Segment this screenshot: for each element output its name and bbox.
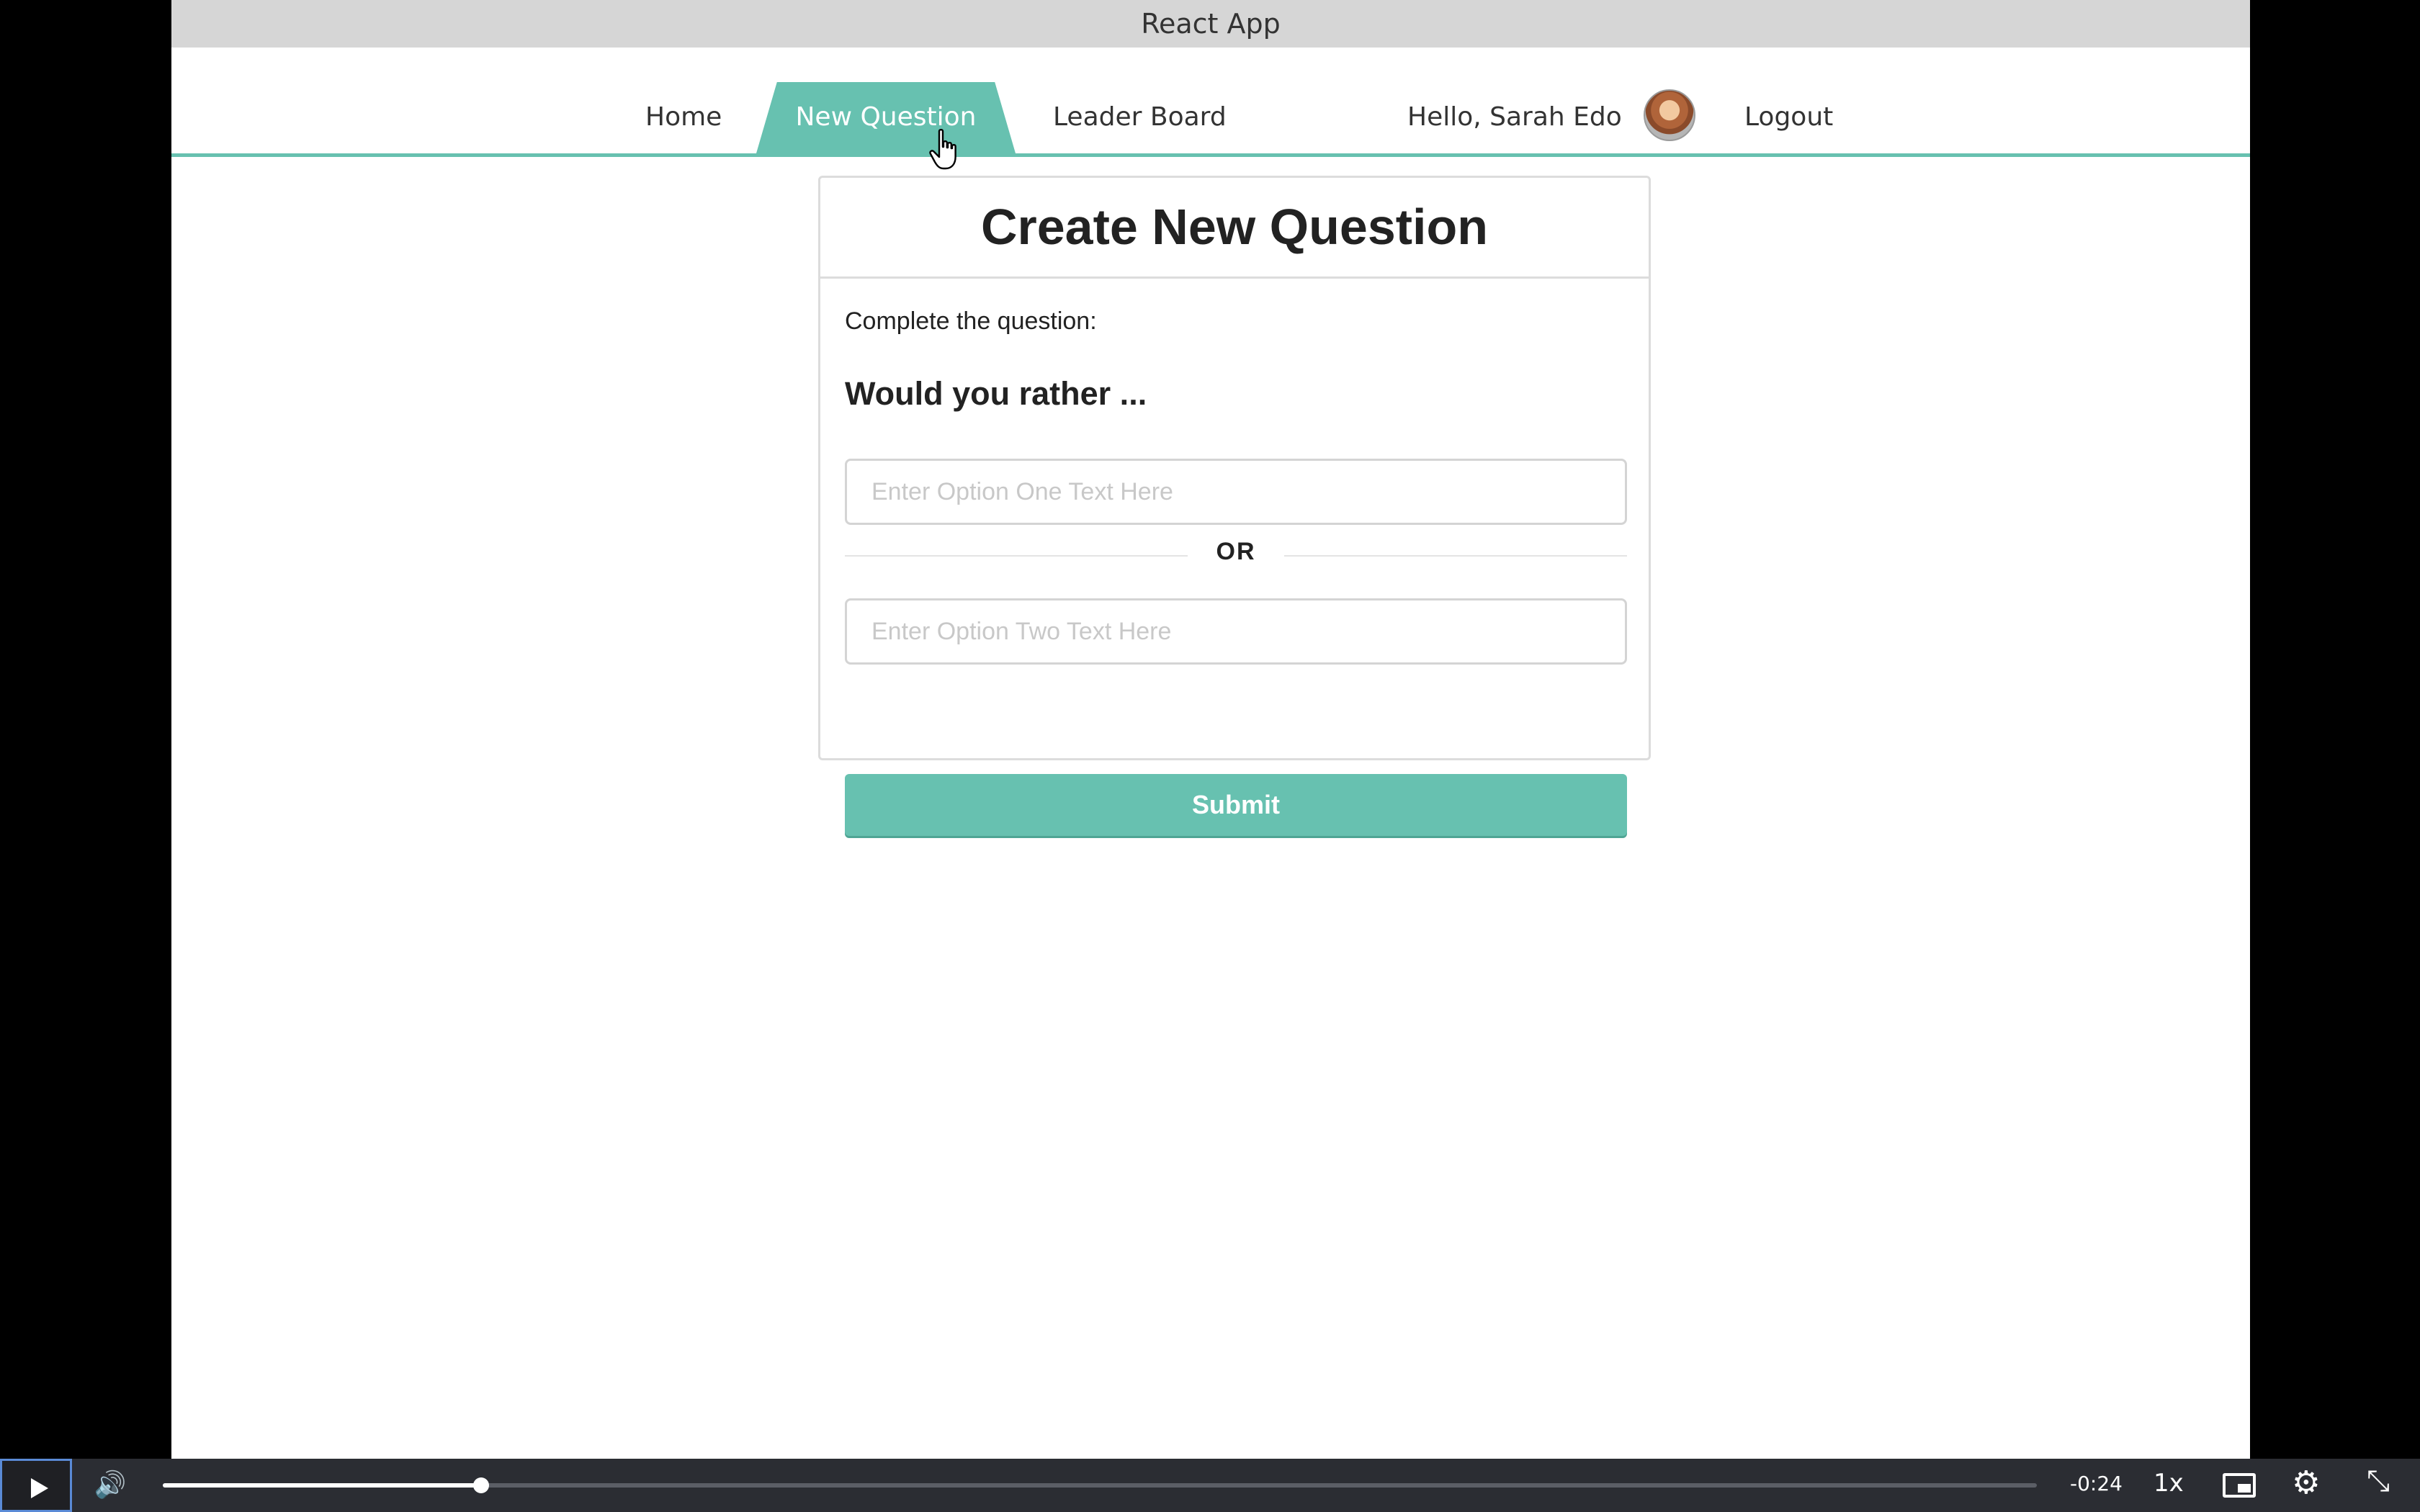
option-two-input[interactable] — [845, 598, 1627, 665]
top-navigation: Home New Question Leader Board Hello, Sa… — [171, 48, 2250, 170]
card-title: Create New Question — [820, 178, 1649, 279]
gear-icon[interactable]: ⚙ — [2292, 1464, 2320, 1501]
or-separator: OR — [845, 538, 1627, 574]
browser-window: React App Home New Question Leader Board… — [171, 0, 2250, 1459]
picture-in-picture-icon[interactable] — [2223, 1473, 2256, 1498]
progress-fill — [163, 1483, 482, 1488]
progress-thumb[interactable] — [473, 1477, 490, 1493]
user-greeting: Hello, Sarah Edo — [1407, 102, 1622, 132]
submit-button[interactable]: Submit — [845, 774, 1627, 836]
avatar — [1644, 89, 1695, 141]
nav-leader-board[interactable]: Leader Board — [1053, 102, 1227, 132]
option-one-input[interactable] — [845, 459, 1627, 525]
hand-pointer-icon — [929, 129, 956, 170]
play-icon[interactable] — [0, 1459, 72, 1512]
instruction-text: Complete the question: — [845, 307, 1097, 335]
playback-speed-button[interactable]: 1x — [2154, 1469, 2184, 1498]
volume-icon[interactable]: 🔊 — [92, 1467, 128, 1503]
new-question-card: Create New Question Complete the questio… — [818, 176, 1651, 836]
exit-fullscreen-icon[interactable]: ⤡ — [2367, 1464, 2390, 1498]
window-title: React App — [171, 0, 2250, 48]
progress-bar[interactable] — [163, 1477, 2037, 1493]
or-label: OR — [1216, 538, 1256, 565]
divider-right — [1284, 555, 1627, 557]
video-control-bar: 🔊 -0:24 1x ⚙ ⤡ — [0, 1459, 2420, 1512]
nav-home[interactable]: Home — [645, 102, 722, 132]
question-prompt: Would you rather ... — [845, 375, 1147, 412]
nav-new-question-label[interactable]: New Question — [756, 102, 1016, 132]
logout-link[interactable]: Logout — [1744, 102, 1833, 132]
time-remaining: -0:24 — [2070, 1472, 2123, 1495]
